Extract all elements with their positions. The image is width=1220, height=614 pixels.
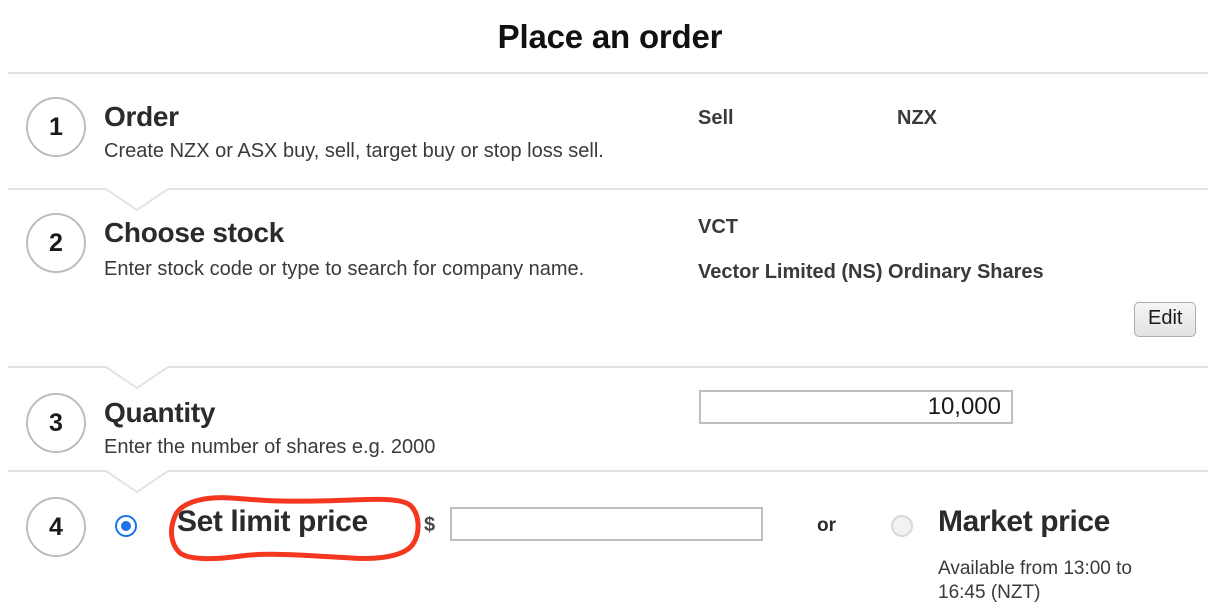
- currency-symbol: $: [424, 514, 436, 536]
- step-connector-notch-2: [106, 366, 168, 390]
- divider-below-title: [8, 72, 1208, 74]
- radio-market-price[interactable]: [891, 515, 913, 537]
- step-number-4: 4: [26, 497, 86, 557]
- step-connector-notch-3: [106, 470, 168, 494]
- step-number-1: 1: [26, 97, 86, 157]
- divider-step2-step3: [8, 366, 1208, 368]
- step-description-quantity: Enter the number of shares e.g. 2000: [104, 436, 436, 458]
- divider-step3-step4: [8, 470, 1208, 472]
- step-title-quantity: Quantity: [104, 397, 216, 428]
- divider-step1-step2: [8, 188, 1208, 190]
- step-title-choose-stock: Choose stock: [104, 217, 284, 248]
- stock-name-value: Vector Limited (NS) Ordinary Shares: [698, 261, 1044, 283]
- edit-stock-button[interactable]: Edit: [1134, 302, 1197, 337]
- order-market-value: NZX: [897, 107, 937, 129]
- place-order-page: Place an order 1 Order Create NZX or ASX…: [0, 0, 1220, 614]
- or-separator-label: or: [817, 515, 836, 536]
- quantity-input[interactable]: [699, 390, 1013, 424]
- limit-price-input[interactable]: [450, 507, 763, 541]
- step-number-3: 3: [26, 393, 86, 453]
- stock-code-value: VCT: [698, 216, 738, 238]
- label-market-price[interactable]: Market price: [938, 505, 1110, 539]
- step-description-order: Create NZX or ASX buy, sell, target buy …: [104, 140, 604, 162]
- market-price-availability-note: Available from 13:00 to 16:45 (NZT): [938, 558, 1132, 604]
- order-side-value: Sell: [698, 107, 734, 129]
- step-description-choose-stock: Enter stock code or type to search for c…: [104, 258, 585, 280]
- radio-set-limit-price[interactable]: [115, 515, 137, 537]
- step-title-order: Order: [104, 101, 179, 132]
- step-connector-notch-1: [106, 188, 168, 212]
- step-number-2: 2: [26, 213, 86, 273]
- label-set-limit-price[interactable]: Set limit price: [177, 505, 368, 539]
- page-title: Place an order: [497, 18, 723, 55]
